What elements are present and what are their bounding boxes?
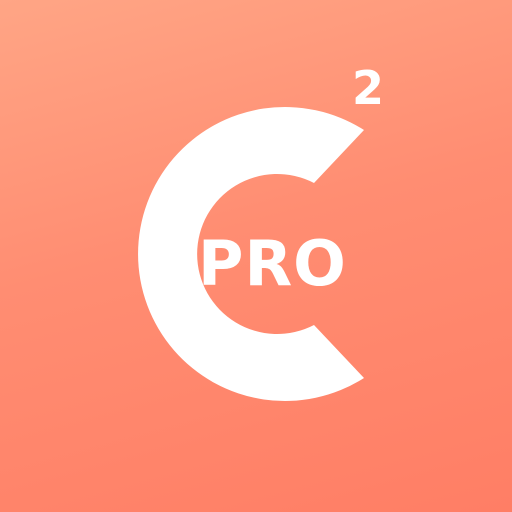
pro-label: PRO [198,227,347,300]
app-icon: PRO 2 [0,0,512,512]
superscript-label: 2 [352,61,385,115]
